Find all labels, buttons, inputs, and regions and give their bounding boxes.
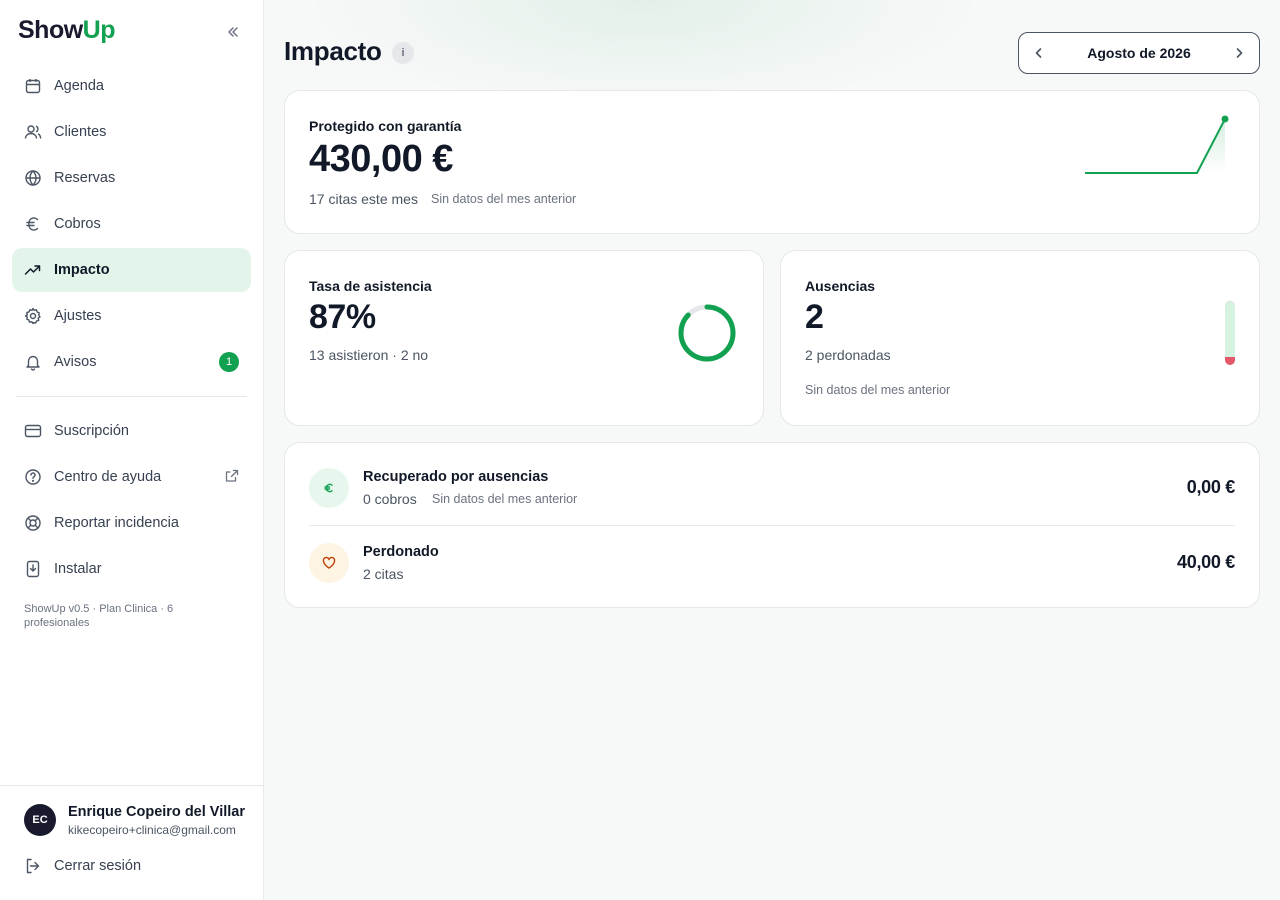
sidebar-item-cobros[interactable]: Cobros [12, 202, 251, 246]
sidebar-item-label: Clientes [54, 124, 107, 140]
protected-amount: 430,00 € [309, 138, 453, 180]
sidebar-item-label: Instalar [54, 561, 102, 577]
chevron-left-icon [1035, 48, 1042, 58]
attendance-card: Tasa de asistencia 87% 13 asistieron · 2… [284, 250, 764, 426]
absences-count: 2 [805, 298, 824, 336]
sidebar-item-label: Ajustes [54, 308, 102, 324]
globe-icon [24, 169, 42, 187]
sidebar-item-label: Impacto [54, 262, 110, 278]
absences-title: Ausencias [805, 278, 876, 294]
recovered-compare: Sin datos del mes anterior [432, 492, 578, 506]
sidebar-item-impacto[interactable]: Impacto [12, 248, 251, 292]
collapse-sidebar-button[interactable] [222, 22, 244, 42]
month-selector: Agosto de 2026 [1018, 32, 1260, 74]
logo-up: Up [82, 16, 116, 44]
chevrons-left-icon [228, 27, 238, 37]
logo-show: Show [18, 16, 83, 44]
sidebar-item-label: Suscripción [54, 423, 129, 439]
trending-up-icon [24, 261, 42, 279]
sidebar-item-label: Centro de ayuda [54, 469, 162, 485]
lifebuoy-icon [24, 514, 42, 532]
sidebar-item-label: Avisos [54, 354, 97, 370]
sidebar-item-label: Reservas [54, 170, 116, 186]
logout-label: Cerrar sesión [54, 858, 142, 874]
sidebar-item-centro-de-ayuda[interactable]: Centro de ayuda [12, 455, 251, 499]
recovered-icon-wrap [309, 468, 349, 508]
attendance-rate: 87% [309, 298, 376, 336]
recovered-title: Recuperado por ausencias [363, 469, 549, 485]
sidebar-divider [16, 396, 247, 397]
forgiven-amount: 40,00 € [1177, 552, 1235, 572]
next-month-button[interactable] [1229, 43, 1249, 63]
forgiven-detail: 2 citas [363, 566, 404, 582]
absences-detail: 2 perdonadas [805, 347, 891, 363]
protected-count: 17 citas este mes [309, 191, 418, 207]
recovered-detail: 0 cobros [363, 491, 417, 507]
sidebar-item-label: Agenda [54, 78, 104, 94]
sidebar: ShowUp Agenda Clientes Reservas Cobros I… [0, 0, 264, 900]
user-email: kikecopeiro+clinica@gmail.com [68, 823, 236, 837]
absences-bar [1225, 301, 1235, 365]
sidebar-item-ajustes[interactable]: Ajustes [12, 294, 251, 338]
user-divider [0, 785, 263, 786]
app-logo[interactable]: ShowUp [18, 16, 116, 45]
previous-month-button[interactable] [1029, 43, 1049, 63]
notification-badge: 1 [219, 352, 239, 372]
sidebar-item-avisos[interactable]: Avisos 1 [12, 340, 251, 384]
external-link-icon [225, 469, 239, 482]
install-icon [24, 560, 42, 578]
sidebar-item-label: Reportar incidencia [54, 515, 179, 531]
protected-compare: Sin datos del mes anterior [431, 192, 577, 206]
sidebar-item-suscripcion[interactable]: Suscripción [12, 409, 251, 453]
help-circle-icon [24, 468, 42, 486]
gear-icon [24, 307, 42, 325]
protected-card: Protegido con garantía 430,00 € 17 citas… [284, 90, 1260, 234]
avatar[interactable]: EC [24, 804, 56, 836]
trend-area [1085, 119, 1225, 173]
page-title: Impacto [284, 36, 382, 66]
bell-icon [24, 353, 42, 371]
credit-card-icon [24, 422, 42, 440]
version-info: ShowUp v0.5 · Plan Clinica · 6 profesion… [24, 603, 174, 629]
recovered-amount: 0,00 € [1186, 477, 1236, 497]
info-button[interactable]: i [392, 42, 414, 64]
absences-bar-forgiven [1225, 301, 1235, 357]
chevron-right-icon [1236, 48, 1243, 58]
forgiven-icon-wrap [309, 543, 349, 583]
calendar-icon [24, 77, 42, 95]
protected-title: Protegido con garantía [309, 118, 462, 134]
sidebar-item-instalar[interactable]: Instalar [12, 547, 251, 591]
absences-card: Ausencias 2 2 perdonadas Sin datos del m… [780, 250, 1260, 426]
heart-icon [322, 556, 336, 569]
user-name: Enrique Copeiro del Villar [68, 804, 245, 820]
sidebar-item-agenda[interactable]: Agenda [12, 64, 251, 108]
attendance-donut [678, 304, 736, 362]
euro-icon [324, 483, 333, 493]
sidebar-item-reservas[interactable]: Reservas [12, 156, 251, 200]
donut-progress [678, 304, 736, 362]
summary-card: Recuperado por ausencias 0 cobros Sin da… [284, 442, 1260, 608]
attendance-detail: 13 asistieron · 2 no [309, 347, 429, 363]
trend-endpoint [1221, 115, 1229, 123]
trend-sparkline [1085, 115, 1229, 174]
current-month: Agosto de 2026 [1087, 45, 1191, 61]
sidebar-item-reportar-incidencia[interactable]: Reportar incidencia [12, 501, 251, 545]
sidebar-item-label: Cobros [54, 216, 101, 232]
euro-icon [24, 215, 42, 233]
summary-divider [309, 525, 1235, 526]
attendance-title: Tasa de asistencia [309, 278, 432, 294]
absences-compare: Sin datos del mes anterior [805, 383, 951, 397]
users-icon [24, 123, 42, 141]
logout-icon [24, 857, 42, 875]
sidebar-item-clientes[interactable]: Clientes [12, 110, 251, 154]
logout-button[interactable]: Cerrar sesión [12, 844, 251, 888]
forgiven-title: Perdonado [363, 544, 439, 560]
